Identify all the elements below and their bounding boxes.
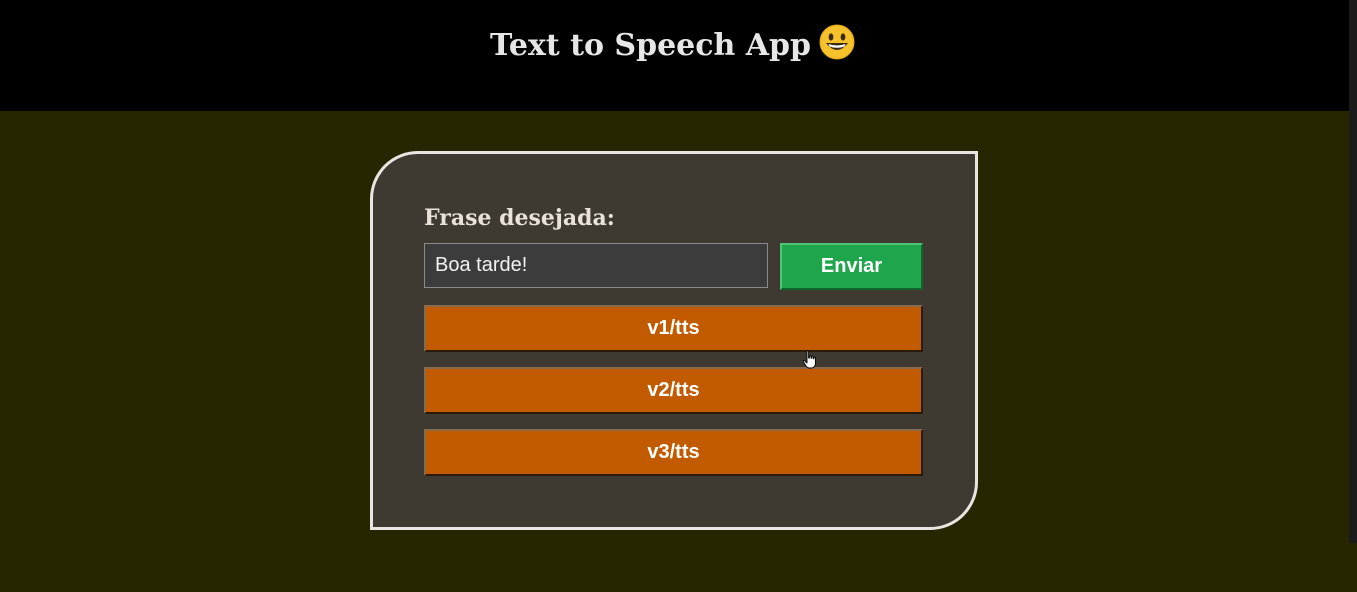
page-title-text: Text to Speech App xyxy=(489,28,812,63)
send-button[interactable]: Enviar xyxy=(780,243,923,290)
page-title: Text to Speech App xyxy=(0,24,1345,65)
header-bar: Text to Speech App xyxy=(0,0,1357,111)
vertical-scrollbar[interactable] xyxy=(1349,0,1357,543)
grinning-face-icon xyxy=(819,24,855,60)
scrollbar-track xyxy=(1349,543,1357,592)
tts-form-card: Frase desejada: Enviar v1/tts v2/tts v3/… xyxy=(370,151,978,530)
phrase-label: Frase desejada: xyxy=(424,205,615,231)
v3-tts-button[interactable]: v3/tts xyxy=(424,429,923,476)
page: Text to Speech App Frase desejada: Envia… xyxy=(0,0,1357,592)
phrase-input[interactable] xyxy=(424,243,768,288)
hand-pointer-cursor-icon xyxy=(802,350,818,370)
v1-tts-button[interactable]: v1/tts xyxy=(424,305,923,352)
v2-tts-button[interactable]: v2/tts xyxy=(424,367,923,414)
